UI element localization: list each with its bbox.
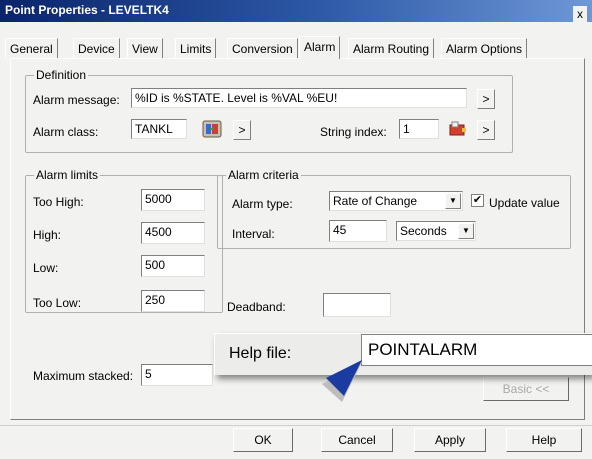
alarm-limits-group-title: Alarm limits: [34, 168, 100, 182]
definition-group-title: Definition: [34, 68, 89, 82]
update-value-label: Update value: [489, 196, 560, 210]
alarm-type-label: Alarm type:: [232, 197, 293, 211]
help-button[interactable]: Help: [506, 428, 582, 452]
low-input[interactable]: 500: [141, 255, 205, 277]
tab-view[interactable]: View: [127, 38, 163, 58]
string-index-input[interactable]: 1: [399, 119, 439, 139]
tab-alarm-routing[interactable]: Alarm Routing: [348, 38, 435, 58]
too-low-input[interactable]: 250: [141, 290, 205, 312]
string-index-browser-icon[interactable]: [447, 119, 469, 139]
tab-device[interactable]: Device: [73, 38, 120, 58]
string-index-label: String index:: [320, 125, 387, 139]
pointer-arrow-icon: [322, 360, 362, 402]
definition-group: Definition: [25, 68, 513, 153]
maximum-stacked-label: Maximum stacked:: [33, 369, 134, 383]
close-button[interactable]: x: [573, 6, 587, 22]
low-label: Low:: [33, 261, 59, 275]
interval-unit-select[interactable]: Seconds ▼: [396, 221, 476, 241]
alarm-criteria-group-title: Alarm criteria: [226, 168, 301, 182]
interval-unit-value: Seconds: [400, 224, 447, 238]
tab-alarm[interactable]: Alarm: [299, 36, 341, 59]
point-properties-dialog: Point Properties - LEVELTK4 x General De…: [0, 0, 592, 459]
update-value-checkbox[interactable]: ✔: [471, 194, 484, 207]
alarm-class-browse-button[interactable]: >: [233, 120, 251, 140]
alarm-message-label: Alarm message:: [33, 93, 120, 107]
alarm-message-browse-button[interactable]: >: [477, 89, 495, 109]
alarm-message-input[interactable]: %ID is %STATE. Level is %VAL %EU!: [131, 88, 467, 108]
alarm-class-input[interactable]: TANKL: [131, 119, 187, 139]
chevron-down-icon[interactable]: ▼: [445, 193, 461, 209]
basic-button[interactable]: Basic <<: [483, 377, 569, 401]
too-high-label: Too High:: [33, 195, 84, 209]
cancel-button[interactable]: Cancel: [321, 428, 393, 452]
interval-input[interactable]: 45: [329, 220, 387, 242]
help-file-input[interactable]: POINTALARM: [361, 334, 592, 366]
help-file-label: Help file:: [229, 345, 292, 362]
too-low-label: Too Low:: [33, 296, 82, 310]
apply-button[interactable]: Apply: [414, 428, 486, 452]
chevron-down-icon[interactable]: ▼: [458, 223, 474, 239]
tab-alarm-options[interactable]: Alarm Options: [441, 38, 528, 58]
window-title: Point Properties - LEVELTK4: [5, 3, 169, 17]
tab-strip: General Device View Limits Conversion Al…: [5, 36, 590, 59]
deadband-label: Deadband:: [227, 300, 286, 314]
string-index-browse-button[interactable]: >: [477, 120, 495, 140]
help-file-callout: Help file: POINTALARM: [214, 333, 592, 375]
alarm-class-label: Alarm class:: [33, 125, 99, 139]
alarm-type-select[interactable]: Rate of Change ▼: [329, 191, 463, 211]
high-label: High:: [33, 228, 62, 242]
deadband-input[interactable]: [323, 293, 391, 317]
tab-limits[interactable]: Limits: [175, 38, 217, 58]
alarm-class-browser-icon[interactable]: [201, 119, 223, 139]
title-bar: Point Properties - LEVELTK4: [0, 0, 592, 22]
ok-button[interactable]: OK: [233, 428, 293, 452]
tab-conversion[interactable]: Conversion: [227, 38, 298, 58]
maximum-stacked-input[interactable]: 5: [141, 364, 213, 386]
too-high-input[interactable]: 5000: [141, 189, 205, 211]
footer-divider: [0, 425, 592, 426]
alarm-type-value: Rate of Change: [333, 194, 418, 208]
interval-label: Interval:: [232, 227, 275, 241]
tab-general[interactable]: General: [5, 38, 58, 58]
high-input[interactable]: 4500: [141, 222, 205, 244]
